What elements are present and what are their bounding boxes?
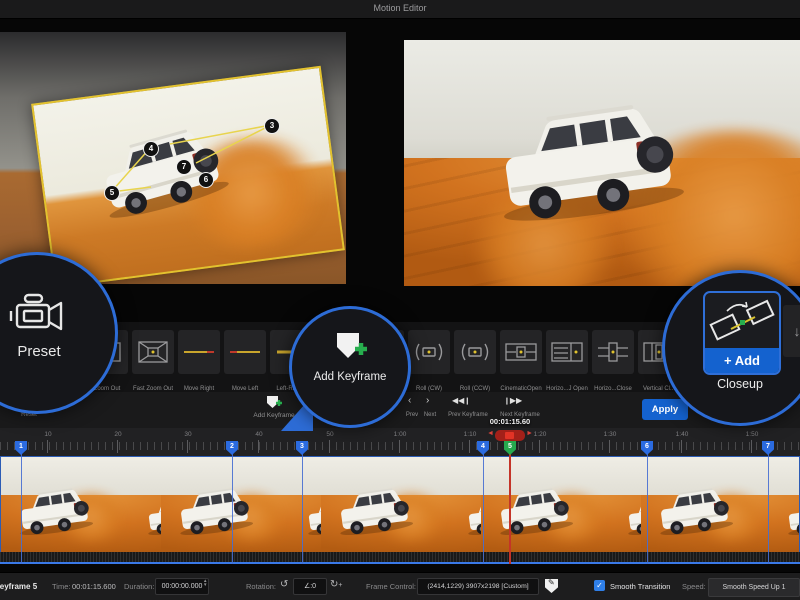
thumb-suv — [9, 479, 104, 549]
closeup-callout-label: Closeup — [717, 377, 763, 391]
keyframe-badge-2[interactable]: 2 — [226, 441, 238, 455]
time-label: Time: — [52, 582, 71, 591]
preset-tile-partial[interactable]: ↓ — [783, 305, 800, 357]
path-marker-3[interactable]: 3 — [264, 118, 280, 134]
duration-input[interactable]: 00:00:00.000 — [155, 578, 209, 595]
preset-tile-fast-zoom-out[interactable]: Fast Zoom Out — [132, 330, 174, 392]
crop-region[interactable] — [31, 65, 345, 284]
playhead-right-arrow-icon[interactable]: ► — [526, 430, 533, 437]
preset-callout-label: Preset — [17, 343, 61, 360]
preset-tile-cinematicopen[interactable]: CinematicOpen — [500, 330, 542, 392]
thumb-suv — [169, 479, 264, 549]
ruler-tick-label: 1:10 — [456, 431, 484, 453]
speed-label: Speed: — [682, 582, 706, 591]
thumb-suv-partial — [299, 489, 321, 547]
playhead-timecode: 00:01:15.60 — [489, 417, 531, 426]
path-marker-4[interactable]: 4 — [143, 141, 159, 157]
frame-edit-icon[interactable]: ✎ — [545, 579, 558, 593]
prev-keyframe-icon[interactable]: ◀◀❙ — [452, 396, 470, 405]
path-marker-6[interactable]: 6 — [198, 172, 214, 188]
preset-tile-horizo-close[interactable]: Horizo...Close — [592, 330, 634, 392]
playhead-marker — [505, 432, 514, 439]
ruler-tick-label: 10 — [34, 431, 62, 453]
smooth-transition-label: Smooth Transition — [610, 582, 671, 591]
clip-selection-border — [0, 562, 800, 564]
title-bar: Motion Editor — [0, 0, 800, 19]
thumb-suv-partial — [139, 489, 161, 547]
time-value: 00:01:15.600 — [72, 582, 116, 591]
speed-dropdown[interactable]: Smooth Speed Up 1 — [708, 578, 800, 597]
motion-path-preview[interactable] — [0, 32, 346, 284]
keyframe-badge-5[interactable]: 5 — [504, 441, 516, 455]
playhead-handle[interactable]: ◄ ► — [487, 430, 533, 441]
preset-tile-move-left[interactable]: Move Left — [224, 330, 266, 392]
ruler-tick-label: 20 — [104, 431, 132, 453]
preset-tile-roll-ccw[interactable]: Roll (CCW) — [454, 330, 496, 392]
thumb-suv — [489, 479, 584, 549]
arrow-down-icon: ↓ — [793, 323, 800, 339]
path-marker-7[interactable]: 7 — [176, 159, 192, 175]
video-camera-icon — [9, 293, 63, 331]
current-keyframe-label: Keyframe 5 — [0, 582, 38, 591]
next-keyframe-icon[interactable]: ❙▶▶ — [504, 396, 522, 405]
filmstrip-thumbnail[interactable] — [1, 457, 161, 552]
filmstrip-thumbnail[interactable] — [641, 457, 799, 552]
rotate-cw-icon[interactable]: ↻+ — [330, 579, 342, 590]
filmstrip-thumbnail[interactable] — [161, 457, 321, 552]
audio-waveform-strip — [0, 552, 800, 562]
frame-control-input[interactable]: (2414,1229) 3907x2198 [Custom] — [417, 578, 539, 595]
thumb-suv — [649, 479, 744, 549]
playhead-left-arrow-icon[interactable]: ◄ — [487, 430, 494, 437]
suv-result — [476, 82, 711, 247]
thumb-suv — [329, 479, 424, 549]
filmstrip-thumbnail[interactable] — [321, 457, 481, 552]
next-label: Next — [423, 412, 437, 418]
keyframe-badge-7[interactable]: 7 — [762, 441, 774, 455]
preset-tile-horizo-j-open[interactable]: Horizo...J Open — [546, 330, 588, 392]
smooth-transition-checkbox[interactable]: ✓ — [594, 580, 605, 591]
ruler-tick-label: 50 — [316, 431, 344, 453]
ruler-tick-label: 30 — [174, 431, 202, 453]
keyframe-badge-4[interactable]: 4 — [477, 441, 489, 455]
next-icon[interactable]: › — [426, 395, 429, 406]
ruler-tick-label: 1:40 — [668, 431, 696, 453]
closeup-preset-icon — [709, 299, 775, 341]
add-preset-button[interactable]: + Add — [705, 348, 779, 373]
thumb-suv-partial — [619, 489, 641, 547]
preset-tile-closeup[interactable]: + Add — [703, 291, 781, 375]
filmstrip-thumbnail[interactable] — [481, 457, 641, 552]
duration-label: Duration: — [124, 582, 155, 591]
ruler-tick-label: 1:30 — [596, 431, 624, 453]
keyframe-plus-icon — [337, 333, 367, 358]
prev-icon[interactable]: ‹ — [408, 395, 411, 406]
suv-crop — [79, 107, 253, 241]
clip-filmstrip[interactable] — [0, 456, 800, 552]
add-keyframe-icon[interactable] — [266, 395, 282, 410]
preset-tile-move-right[interactable]: Move Right — [178, 330, 220, 392]
timeline-ruler[interactable]: 10 20 30 40 50 1:00 1:10 1:20 1:30 1:40 1:50 1 2 3 4 5 6… — [0, 428, 800, 456]
add-keyframe-callout-label: Add Keyframe — [313, 371, 387, 383]
duration-stepper[interactable]: ▲ ▼ — [203, 578, 207, 587]
ruler-tick-label: 40 — [245, 431, 273, 453]
ruler-tick-label: 1:50 — [738, 431, 766, 453]
keyframe-badge-6[interactable]: 6 — [641, 441, 653, 455]
thumb-suv-partial — [459, 489, 481, 547]
path-marker-5[interactable]: 5 — [104, 185, 120, 201]
status-bar: Keyframe 5 Time: 00:01:15.600 Duration: … — [0, 572, 800, 600]
motion-editor-window: Motion Editor Zoom InZoom OutFast Zoom O… — [0, 0, 800, 600]
ruler-tick-label: 1:00 — [386, 431, 414, 453]
rotation-input[interactable]: ∠:0 — [293, 578, 327, 595]
preset-tile-roll-cw[interactable]: Roll (CW) — [408, 330, 450, 392]
keyframe-badge-1[interactable]: 1 — [15, 441, 27, 455]
add-keyframe-callout: Add Keyframe — [289, 306, 411, 428]
result-preview — [404, 40, 800, 286]
frame-control-label: Frame Control: — [366, 582, 417, 591]
keyframe-badge-3[interactable]: 3 — [296, 441, 308, 455]
rotation-label: Rotation: — [246, 582, 277, 591]
window-title: Motion Editor — [373, 3, 427, 13]
thumb-suv-partial — [779, 489, 799, 547]
rotate-ccw-icon[interactable]: ↺ — [280, 579, 288, 590]
apply-button[interactable]: Apply — [642, 399, 688, 420]
